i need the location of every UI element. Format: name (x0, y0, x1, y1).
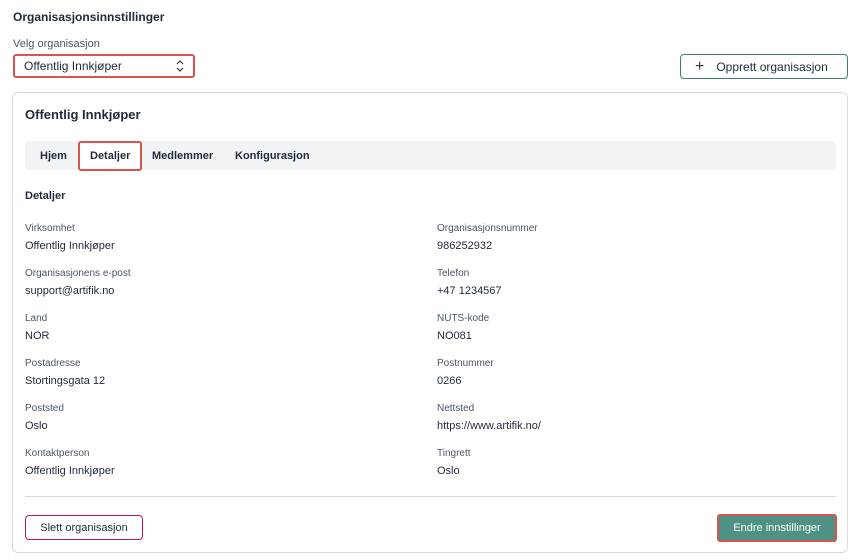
page-title: Organisasjonsinnstillinger (13, 10, 165, 24)
field-label: Land (25, 313, 48, 324)
field-value: 986252932 (437, 240, 493, 252)
field-poststed: Poststed Oslo (25, 403, 64, 432)
field-label: Kontaktperson (25, 448, 90, 459)
field-value: https://www.artifik.no/ (437, 420, 541, 432)
tab-medlemmer[interactable]: Medlemmer (152, 141, 213, 170)
tab-detaljer[interactable]: Detaljer (78, 141, 143, 171)
field-label: Virksomhet (25, 223, 75, 234)
field-postadresse: Postadresse Stortingsgata 12 (25, 358, 105, 387)
field-label: Nettsted (437, 403, 475, 414)
tab-konfigurasjon[interactable]: Konfigurasjon (235, 141, 310, 170)
field-postnummer: Postnummer 0266 (437, 358, 494, 387)
field-organisasjonsnummer: Organisasjonsnummer 986252932 (437, 223, 538, 252)
field-label: Organisasjonsnummer (437, 223, 538, 234)
card-title: Offentlig Innkjøper (25, 107, 141, 122)
organization-card: Offentlig Innkjøper Hjem Detaljer Medlem… (12, 92, 848, 553)
field-tingrett: Tingrett Oslo (437, 448, 471, 477)
field-value: Offentlig Innkjøper (25, 465, 115, 477)
edit-settings-button[interactable]: Endre innstillinger (717, 514, 837, 542)
field-value: +47 1234567 (437, 285, 502, 297)
field-value: Oslo (25, 420, 48, 432)
field-label: Postnummer (437, 358, 494, 369)
field-label: Telefon (437, 268, 470, 279)
tab-hjem[interactable]: Hjem (40, 141, 67, 170)
field-kontaktperson: Kontaktperson Offentlig Innkjøper (25, 448, 115, 477)
field-value: 0266 (437, 375, 462, 387)
field-nuts-kode: NUTS-kode NO081 (437, 313, 489, 342)
field-telefon: Telefon +47 1234567 (437, 268, 502, 297)
section-title: Detaljer (25, 190, 66, 202)
field-label: NUTS-kode (437, 313, 490, 324)
divider (25, 496, 836, 497)
plus-icon: + (695, 57, 705, 75)
field-land: Land NOR (25, 313, 49, 342)
create-organization-label: Opprett organisasjon (716, 59, 828, 74)
field-value: NO081 (437, 330, 472, 342)
field-label: Postadresse (25, 358, 81, 369)
organization-select-label: Velg organisasjon (13, 38, 100, 50)
field-virksomhet: Virksomhet Offentlig Innkjøper (25, 223, 115, 252)
field-value: support@artifik.no (25, 285, 115, 297)
field-value: Offentlig Innkjøper (25, 240, 115, 252)
organization-select-value: Offentlig Innkjøper (24, 59, 122, 73)
tab-bar: Hjem Detaljer Medlemmer Konfigurasjon (25, 141, 836, 171)
field-nettsted: Nettsted https://www.artifik.no/ (437, 403, 541, 432)
field-label: Tingrett (437, 448, 471, 459)
field-value: Stortingsgata 12 (25, 375, 106, 387)
chevron-updown-icon (176, 59, 184, 73)
create-organization-button[interactable]: + Opprett organisasjon (680, 54, 848, 79)
field-label: Organisasjonens e-post (25, 268, 131, 279)
field-value: Oslo (437, 465, 460, 477)
field-value: NOR (25, 330, 50, 342)
delete-organization-button[interactable]: Slett organisasjon (25, 515, 143, 540)
organization-select[interactable]: Offentlig Innkjøper (13, 54, 195, 78)
field-epost: Organisasjonens e-post support@artifik.n… (25, 268, 131, 297)
field-label: Poststed (25, 403, 64, 414)
